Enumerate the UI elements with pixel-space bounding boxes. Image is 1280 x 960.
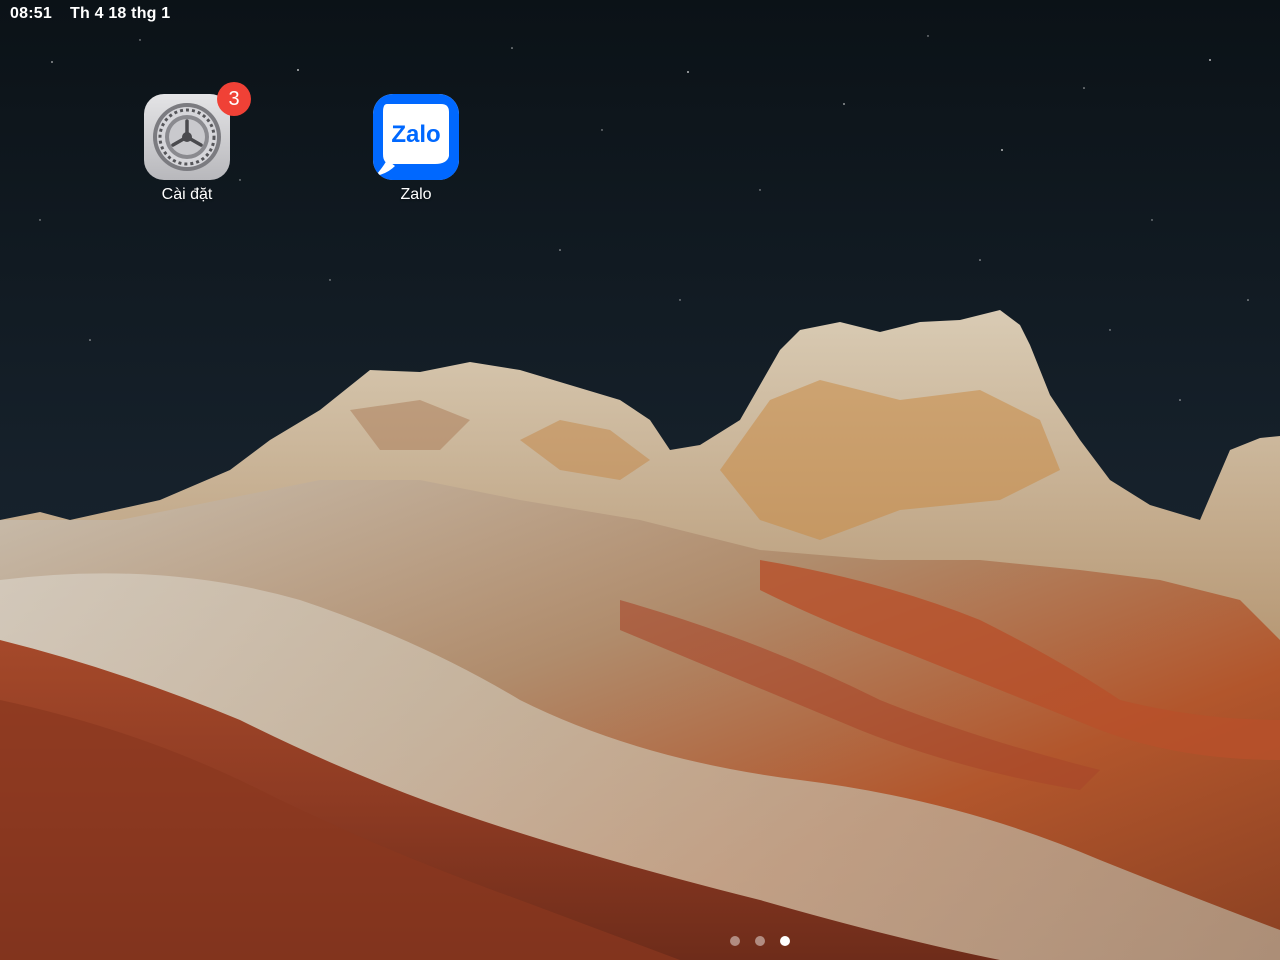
page-dot-3[interactable] bbox=[780, 936, 790, 946]
notification-badge: 3 bbox=[217, 82, 251, 116]
zalo-logo-text: Zalo bbox=[391, 121, 440, 148]
page-dot-1[interactable] bbox=[730, 936, 740, 946]
page-dot-2[interactable] bbox=[755, 936, 765, 946]
settings-gear-icon[interactable] bbox=[144, 94, 230, 180]
app-label-settings: Cài đặt bbox=[161, 186, 213, 203]
status-time: 08:51 bbox=[10, 5, 52, 22]
app-label-zalo: Zalo bbox=[400, 186, 432, 203]
status-bar: 08:51 Th 4 18 thg 1 bbox=[0, 0, 1280, 30]
home-screen: 08:51 Th 4 18 thg 1 3 Cài đặt Zalo Zalo bbox=[0, 0, 1280, 960]
zalo-icon[interactable]: Zalo bbox=[373, 94, 459, 180]
page-indicator[interactable] bbox=[724, 934, 804, 948]
app-settings[interactable]: 3 Cài đặt bbox=[127, 82, 251, 214]
status-date: Th 4 18 thg 1 bbox=[70, 5, 171, 22]
app-zalo[interactable]: Zalo Zalo bbox=[356, 94, 476, 214]
